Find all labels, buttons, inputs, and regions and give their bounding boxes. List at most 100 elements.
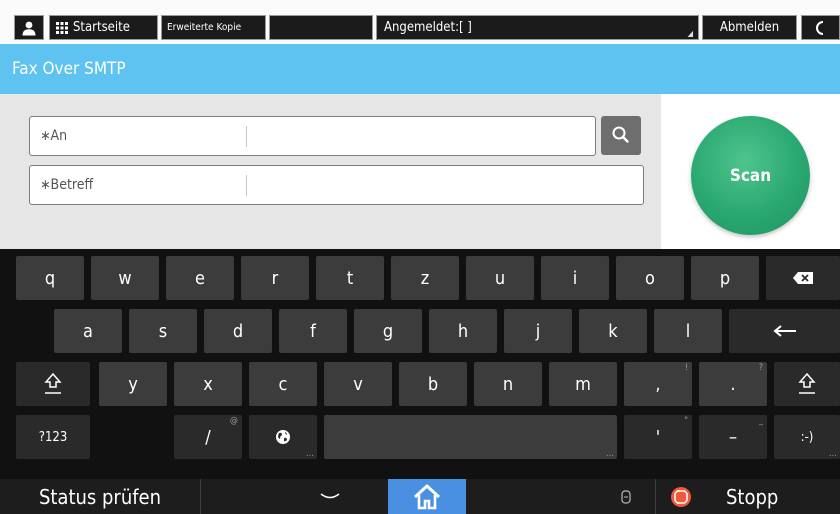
key-comma-label: , <box>655 373 661 395</box>
shift-icon <box>798 372 816 394</box>
key-comma[interactable]: , ! <box>624 362 692 406</box>
key-q[interactable]: q <box>16 256 84 300</box>
key-z[interactable]: z <box>391 256 459 300</box>
key-y[interactable]: y <box>99 362 167 406</box>
key-s[interactable]: s <box>129 309 197 353</box>
app-tab-empty[interactable] <box>269 15 373 40</box>
form-area: ∗An ∗Betreff <box>0 94 661 249</box>
key-f[interactable]: f <box>279 309 347 353</box>
smiley-key-label: :-) <box>800 429 814 445</box>
logout-button[interactable]: Abmelden <box>702 15 797 40</box>
key-comma-hint: ! <box>684 363 688 373</box>
user-icon <box>22 21 36 35</box>
scan-label: Scan <box>729 165 772 186</box>
key-dash-hint: _ <box>758 416 763 426</box>
key-apostrophe-hint: " <box>684 416 688 426</box>
smiley-key[interactable]: :-) … <box>774 415 840 459</box>
login-status-text: Angemeldet:[ ] <box>384 20 472 35</box>
stop-icon <box>671 486 691 507</box>
scan-button[interactable]: Scan <box>691 116 810 235</box>
bottom-bar: Status prüfen Stopp <box>0 479 840 514</box>
subject-field-label: ∗Betreff <box>40 177 94 193</box>
home-shortcut-label: Startseite <box>73 20 130 35</box>
chevron-down-icon <box>320 492 340 498</box>
home-button[interactable] <box>388 479 466 514</box>
backspace-key[interactable] <box>766 256 840 300</box>
key-period[interactable]: . ? <box>699 362 767 406</box>
login-status-field[interactable]: Angemeldet:[ ] ◢ <box>376 15 699 40</box>
key-slash-hint: @ <box>229 416 238 426</box>
language-key[interactable]: … <box>249 415 317 459</box>
shift-key-right[interactable] <box>774 362 840 406</box>
key-apostrophe[interactable]: ' " <box>624 415 692 459</box>
key-g[interactable]: g <box>354 309 422 353</box>
more-dots-icon: … <box>305 449 314 459</box>
more-dots-icon: … <box>828 449 837 459</box>
key-w[interactable]: w <box>91 256 159 300</box>
key-apostrophe-label: ' <box>655 426 661 448</box>
resize-corner-icon: ◢ <box>687 29 693 38</box>
shift-icon <box>44 372 62 394</box>
key-k[interactable]: k <box>579 309 647 353</box>
user-icon-button[interactable] <box>14 15 44 40</box>
search-icon <box>612 126 629 143</box>
more-dots-icon: … <box>605 449 614 459</box>
key-u[interactable]: u <box>466 256 534 300</box>
address-search-button[interactable] <box>601 116 641 155</box>
enter-icon <box>772 325 796 337</box>
shift-key-left[interactable] <box>16 362 90 406</box>
key-dash[interactable]: – _ <box>699 415 767 459</box>
collapse-keyboard-button[interactable] <box>300 479 360 514</box>
status-check-button[interactable]: Status prüfen <box>0 479 200 514</box>
field-divider <box>246 175 247 196</box>
key-p[interactable]: p <box>691 256 759 300</box>
top-bar: Startseite Erweiterte Kopie Angemeldet:[… <box>0 0 840 44</box>
key-slash-label: / <box>205 426 211 448</box>
key-a[interactable]: a <box>54 309 122 353</box>
enter-key[interactable] <box>729 309 840 353</box>
key-d[interactable]: d <box>204 309 272 353</box>
key-t[interactable]: t <box>316 256 384 300</box>
key-v[interactable]: v <box>324 362 392 406</box>
key-l[interactable]: l <box>654 309 722 353</box>
key-i[interactable]: i <box>541 256 609 300</box>
to-field[interactable]: ∗An <box>29 116 596 156</box>
key-j[interactable]: j <box>504 309 572 353</box>
app-tab-extended-copy[interactable]: Erweiterte Kopie <box>161 15 266 40</box>
space-key[interactable]: … <box>324 415 617 459</box>
app-title-bar: Fax Over SMTP <box>0 44 840 94</box>
home-icon <box>413 484 441 509</box>
symbols-key[interactable]: ?123 <box>16 415 90 459</box>
bottom-divider <box>200 479 201 514</box>
key-m[interactable]: m <box>549 362 617 406</box>
power-button[interactable] <box>801 15 840 40</box>
stop-label: Stopp <box>726 484 779 509</box>
logout-label: Abmelden <box>719 20 780 35</box>
app-title: Fax Over SMTP <box>12 59 126 79</box>
status-check-label: Status prüfen <box>38 484 162 509</box>
subject-field[interactable]: ∗Betreff <box>29 165 644 205</box>
field-divider <box>246 126 247 147</box>
on-screen-keyboard: q w e r t z u i o p a s d f g h j k l y … <box>0 249 840 479</box>
key-h[interactable]: h <box>429 309 497 353</box>
key-x[interactable]: x <box>174 362 242 406</box>
key-b[interactable]: b <box>399 362 467 406</box>
key-r[interactable]: r <box>241 256 309 300</box>
key-slash[interactable]: / @ <box>174 415 242 459</box>
key-o[interactable]: o <box>616 256 684 300</box>
key-n[interactable]: n <box>474 362 542 406</box>
data-indicator <box>615 479 637 514</box>
home-shortcut-button[interactable]: Startseite <box>49 15 158 40</box>
key-period-hint: ? <box>758 363 763 373</box>
grid-icon <box>56 21 68 34</box>
key-period-label: . <box>730 373 736 395</box>
key-dash-label: – <box>728 426 738 448</box>
stop-button[interactable]: Stopp <box>656 479 840 514</box>
key-c[interactable]: c <box>249 362 317 406</box>
storage-icon <box>621 489 631 504</box>
backspace-icon <box>793 272 813 284</box>
to-field-label: ∗An <box>40 128 68 144</box>
power-icon <box>815 20 823 35</box>
key-e[interactable]: e <box>166 256 234 300</box>
globe-icon <box>276 430 290 444</box>
